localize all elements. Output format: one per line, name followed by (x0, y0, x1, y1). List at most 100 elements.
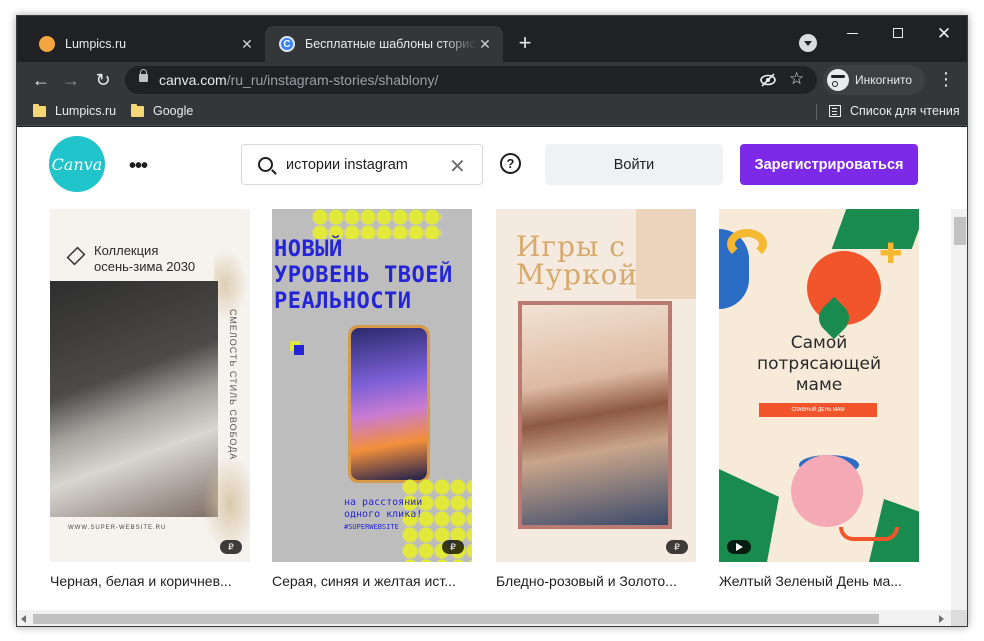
template-hashtag: #SUPERWEBSITE (344, 523, 399, 531)
new-tab-button[interactable]: + (513, 32, 537, 56)
scroll-right-icon[interactable] (939, 615, 944, 623)
canva-logo[interactable]: Canva (49, 136, 105, 192)
url-path: /ru_ru/instagram-stories/shablony/ (226, 72, 439, 88)
forward-arrow-icon[interactable]: → (59, 68, 83, 92)
template-thumbnail[interactable]: ✚ Самой потрясающей маме СЛАВНЫЙ ДЕНЬ МА… (719, 209, 919, 562)
plus-decoration: ✚ (879, 238, 903, 269)
bookmark-lumpics[interactable]: Lumpics.ru (33, 103, 117, 118)
browser-window: Lumpics.ru ✕ C Бесплатные шаблоны сторис… (16, 15, 968, 627)
video-play-icon (727, 540, 751, 554)
template-site-text: WWW.SUPER-WEBSITE.RU (68, 525, 167, 531)
photo-frame (518, 301, 672, 529)
bookmark-label: Lumpics.ru (55, 104, 117, 118)
lock-icon[interactable] (139, 69, 148, 82)
minimize-button[interactable] (829, 22, 875, 44)
paper-decoration (636, 209, 696, 299)
horizontal-scrollbar[interactable] (17, 610, 951, 626)
close-window-button[interactable]: ✕ (921, 22, 967, 44)
browser-toolbar: ← → ↻ canva.com/ru_ru/instagram-stories/… (17, 62, 967, 98)
close-tab-icon[interactable]: ✕ (239, 36, 255, 52)
shape-decoration (727, 229, 767, 259)
shape-decoration (839, 527, 899, 541)
tab-title: Бесплатные шаблоны сторис Instagram (305, 37, 477, 51)
template-thumbnail[interactable]: Коллекция осень-зима 2030 СМЕЛОСТЬ СТИЛЬ… (50, 209, 250, 562)
folder-icon (33, 103, 46, 117)
close-icon: ✕ (936, 23, 952, 43)
scrollbar-corner (951, 610, 967, 626)
more-menu-button[interactable]: ••• (129, 155, 148, 178)
search-input[interactable] (286, 155, 436, 175)
bookmark-star-icon[interactable]: ☆ (789, 69, 804, 89)
brand-mark-icon (66, 246, 86, 266)
address-bar[interactable]: canva.com/ru_ru/instagram-stories/shablo… (125, 66, 817, 94)
maximize-icon (893, 28, 903, 38)
template-photo (50, 281, 218, 517)
reading-list-label: Список для чтения (850, 104, 960, 118)
premium-badge: ₽ (666, 540, 688, 554)
folder-icon (131, 103, 144, 117)
template-photo (522, 305, 668, 525)
template-heading: НОВЫЙ УРОВЕНЬ ТВОЕЙ РЕАЛЬНОСТИ (274, 237, 453, 314)
premium-badge: ₽ (442, 540, 464, 554)
scrollbar-thumb[interactable] (33, 614, 879, 624)
template-caption[interactable]: Серая, синяя и желтая ист... (272, 573, 472, 589)
canva-favicon-icon: C (279, 36, 295, 52)
scrollbar-thumb[interactable] (954, 217, 966, 245)
template-caption[interactable]: Желтый Зеленый День ма... (719, 573, 919, 589)
template-caption[interactable]: Черная, белая и коричнев... (50, 573, 250, 589)
tab-canva[interactable]: C Бесплатные шаблоны сторис Instagram ✕ (265, 26, 503, 62)
tab-search-icon[interactable] (799, 34, 817, 52)
lumpics-favicon-icon (39, 36, 55, 52)
incognito-icon (827, 69, 849, 91)
help-icon[interactable]: ? (500, 153, 521, 174)
browser-menu-icon[interactable]: ⋮ (937, 68, 955, 92)
scroll-left-icon[interactable] (21, 615, 26, 623)
incognito-profile-button[interactable]: Инкогнито (823, 65, 925, 95)
close-tab-icon[interactable]: ✕ (477, 36, 493, 52)
search-icon (258, 157, 273, 172)
tab-lumpics[interactable]: Lumpics.ru ✕ (25, 26, 265, 62)
minimize-icon (846, 32, 858, 34)
premium-badge: ₽ (220, 540, 242, 554)
template-heading: Игры с Муркой (516, 230, 639, 291)
reload-icon[interactable]: ↻ (91, 68, 115, 92)
fruit-decoration (791, 455, 863, 527)
template-card[interactable]: Игры с Муркой ₽ Бледно-розовый и Золото.… (496, 209, 696, 589)
page-viewport: Canva ••• ✕ ? Войти Зарегистрироваться К… (17, 127, 967, 626)
shape-decoration (831, 209, 919, 249)
template-tagline: на расстоянии одного клика! (344, 497, 423, 520)
bookmarks-bar: Lumpics.ru Google Список для чтения (17, 98, 967, 126)
bookmark-google[interactable]: Google (131, 103, 194, 118)
bookmarks-separator (816, 104, 817, 120)
reading-list-icon (829, 105, 841, 117)
tab-title: Lumpics.ru (65, 37, 127, 51)
template-heading: Самой потрясающей маме (756, 333, 882, 395)
login-button[interactable]: Войти (545, 144, 723, 185)
phone-screen (351, 328, 427, 480)
template-vertical-text: СМЕЛОСТЬ СТИЛЬ СВОБОДА (228, 309, 238, 461)
back-arrow-icon[interactable]: ← (29, 68, 53, 92)
maximize-button[interactable] (875, 22, 921, 44)
template-thumbnail[interactable]: Игры с Муркой ₽ (496, 209, 696, 562)
search-box[interactable]: ✕ (241, 144, 483, 185)
signup-button[interactable]: Зарегистрироваться (740, 144, 918, 185)
bookmark-label: Google (153, 104, 194, 118)
template-card[interactable]: Коллекция осень-зима 2030 СМЕЛОСТЬ СТИЛЬ… (50, 209, 250, 589)
reading-list-button[interactable]: Список для чтения (829, 104, 960, 118)
vertical-scrollbar[interactable] (951, 209, 967, 610)
url-host: canva.com (159, 72, 227, 88)
eye-off-icon[interactable] (759, 72, 777, 88)
tab-strip: Lumpics.ru ✕ C Бесплатные шаблоны сторис… (17, 16, 967, 62)
template-thumbnail[interactable]: НОВЫЙ УРОВЕНЬ ТВОЕЙ РЕАЛЬНОСТИ на рассто… (272, 209, 472, 562)
template-card[interactable]: ✚ Самой потрясающей маме СЛАВНЫЙ ДЕНЬ МА… (719, 209, 919, 589)
incognito-label: Инкогнито (855, 73, 913, 87)
square-decoration (294, 345, 304, 355)
phone-image (348, 325, 430, 483)
dots-decoration (312, 209, 442, 239)
template-card[interactable]: НОВЫЙ УРОВЕНЬ ТВОЕЙ РЕАЛЬНОСТИ на рассто… (272, 209, 472, 589)
url-text[interactable]: canva.com/ru_ru/instagram-stories/shablo… (159, 72, 438, 88)
template-caption[interactable]: Бледно-розовый и Золото... (496, 573, 696, 589)
template-heading: Коллекция осень-зима 2030 (94, 243, 196, 274)
template-banner: СЛАВНЫЙ ДЕНЬ МАМ (759, 403, 877, 417)
clear-search-icon[interactable]: ✕ (449, 154, 466, 179)
